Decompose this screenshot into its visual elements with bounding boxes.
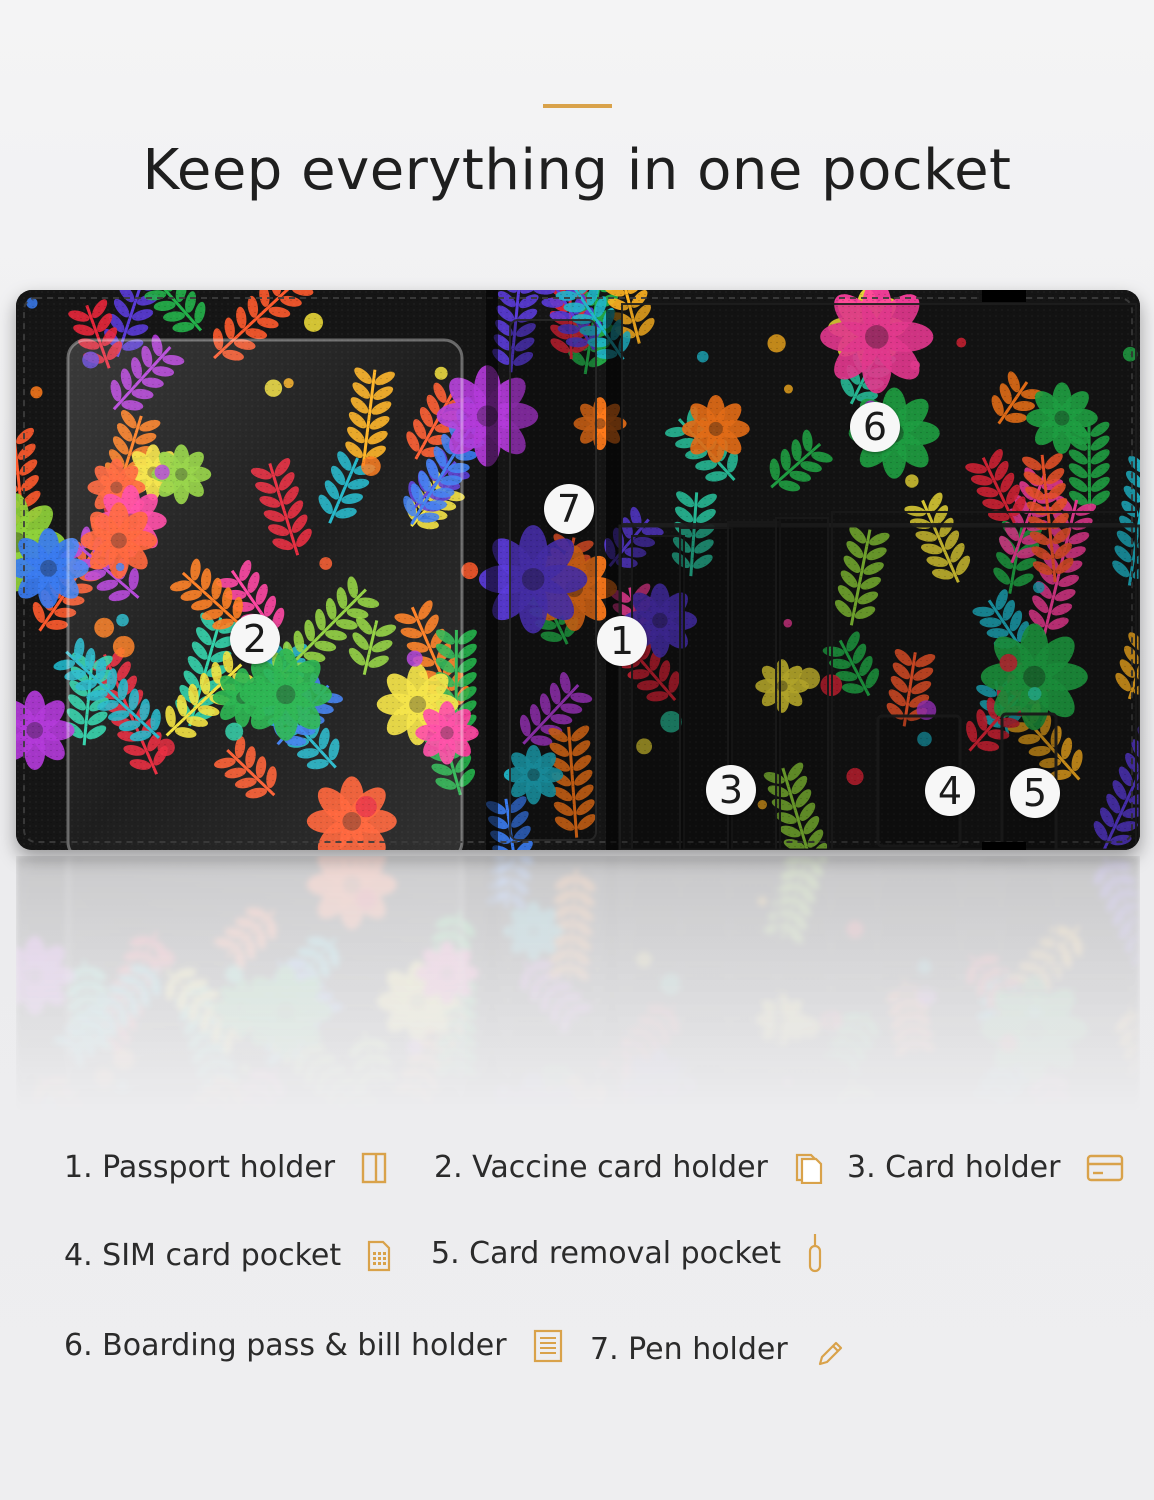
feature-label: 2. Vaccine card holder: [434, 1150, 768, 1185]
document-icon: [533, 1329, 562, 1362]
badge-6: 6: [850, 402, 900, 452]
badge-2: 2: [230, 614, 280, 664]
floral-wallet-illustration: [16, 290, 1140, 850]
feature-label: 5. Card removal pocket: [431, 1235, 782, 1271]
badge-3: 3: [706, 765, 756, 815]
feature-pen-holder: 7. Pen holder: [590, 1328, 846, 1370]
feature-label: 7. Pen holder: [590, 1331, 788, 1367]
wallet-reflection: [16, 856, 1140, 1116]
badge-5: 5: [1010, 768, 1060, 818]
badge-1: 1: [597, 616, 647, 666]
feature-passport-holder: 1. Passport holder: [64, 1150, 387, 1185]
feature-label: 6. Boarding pass & bill holder: [64, 1328, 507, 1363]
feature-label: 4. SIM card pocket: [64, 1238, 342, 1273]
feature-label: 1. Passport holder: [64, 1150, 336, 1185]
pencil-icon: [818, 1341, 842, 1366]
cards-stack-icon: [795, 1153, 822, 1184]
feature-card-removal-pocket: 5. Card removal pocket: [431, 1232, 823, 1274]
badge-4: 4: [925, 766, 975, 816]
feature-card-holder: 3. Card holder: [847, 1150, 1124, 1185]
badge-7: 7: [544, 484, 594, 534]
sim-pin-icon: [808, 1234, 822, 1273]
page-title: Keep everything in one pocket: [142, 138, 1012, 203]
passport-icon: [361, 1152, 387, 1183]
credit-card-icon: [1087, 1154, 1124, 1181]
sim-card-icon: [368, 1240, 391, 1271]
passport-wallet-image: 1 2 3 4 5 6 7: [16, 290, 1140, 850]
feature-label: 3. Card holder: [847, 1150, 1061, 1185]
feature-boarding-pass-holder: 6. Boarding pass & bill holder: [64, 1328, 563, 1363]
feature-sim-card-pocket: 4. SIM card pocket: [64, 1238, 391, 1273]
accent-bar: [543, 104, 612, 108]
feature-vaccine-card-holder: 2. Vaccine card holder: [434, 1150, 824, 1185]
